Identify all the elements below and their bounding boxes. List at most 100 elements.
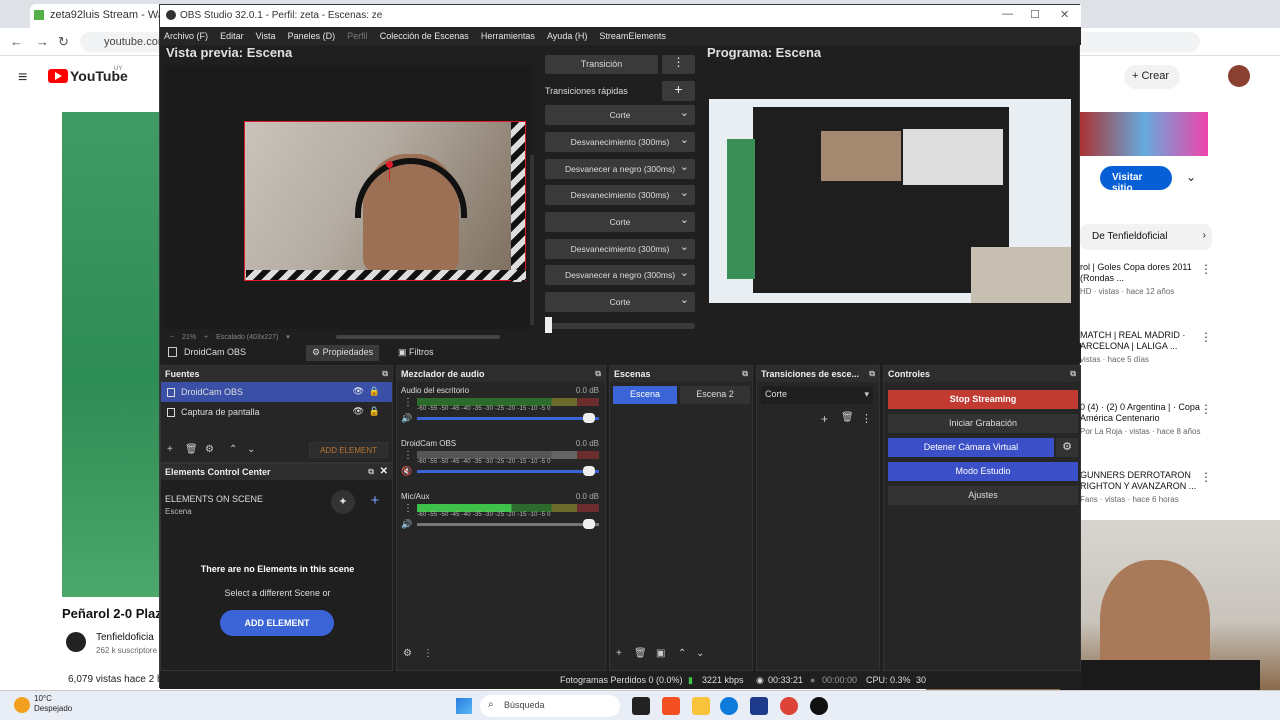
quick-transition-dropdown[interactable]: Desvanecer a negro (300ms) <box>545 265 695 285</box>
reload-icon[interactable]: ↻ <box>58 34 69 50</box>
move-down-icon[interactable]: ⌄ <box>696 648 704 659</box>
create-button[interactable]: + Crear <box>1124 65 1180 89</box>
float-icon[interactable]: ⧉ <box>382 369 388 379</box>
scene-item[interactable]: Escena <box>613 386 677 404</box>
gear-icon[interactable]: ⚙ <box>1056 438 1078 457</box>
move-up-icon[interactable]: ⌃ <box>229 444 237 455</box>
eye-icon[interactable]: 👁 <box>353 386 364 397</box>
transition-select[interactable]: Corte <box>761 386 873 404</box>
visit-site-button[interactable]: Visitar sitio <box>1100 166 1172 194</box>
lock-icon[interactable]: 🔒 <box>369 386 380 397</box>
forward-icon[interactable]: → <box>36 34 49 49</box>
close-icon[interactable]: ✕ <box>1060 8 1069 21</box>
volume-knob[interactable] <box>583 466 595 476</box>
gear-icon[interactable]: ⚙ <box>403 648 412 659</box>
menu-herramientas[interactable]: Herramientas <box>481 31 535 41</box>
stop-streaming-button[interactable]: Stop Streaming <box>888 390 1078 409</box>
sparkle-icon[interactable]: ✦ <box>331 490 355 514</box>
quick-transition-dropdown[interactable]: Corte <box>545 105 695 125</box>
menu-streamelements[interactable]: StreamElements <box>599 31 666 41</box>
zoom-plus-icon[interactable]: + <box>204 334 208 341</box>
weather-icon[interactable] <box>14 697 30 713</box>
quick-transition-dropdown[interactable]: Desvanecimiento (300ms) <box>545 132 695 152</box>
add-icon[interactable]: + <box>167 444 173 455</box>
transition-more-icon[interactable]: ⋮ <box>662 55 695 74</box>
stop-virtual-camera-button[interactable]: Detener Cámara Virtual <box>888 438 1054 457</box>
copilot-icon[interactable] <box>662 697 680 715</box>
studio-mode-button[interactable]: Modo Estudio <box>888 462 1078 481</box>
menu-editar[interactable]: Editar <box>220 31 244 41</box>
add-element-button[interactable]: ADD ELEMENT <box>309 442 388 458</box>
more-icon[interactable]: ⋮ <box>423 648 433 659</box>
menu-ayuda[interactable]: Ayuda (H) <box>547 31 587 41</box>
minimize-icon[interactable]: — <box>1002 8 1013 20</box>
float-icon[interactable]: ⧉ <box>869 369 875 379</box>
channel-menu-icon[interactable]: ⋮ <box>403 450 413 461</box>
chrome-icon[interactable] <box>780 697 798 715</box>
rotation-handle[interactable] <box>386 161 393 168</box>
preview-vscroll[interactable] <box>530 155 534 325</box>
scale-mode[interactable]: Escalado (403x227) <box>216 334 278 341</box>
preview-source-frame[interactable] <box>244 121 526 282</box>
scene-item[interactable]: Escena 2 <box>680 386 750 404</box>
avatar[interactable] <box>1228 65 1250 87</box>
speaker-icon[interactable]: 🔊 <box>401 519 412 530</box>
float-icon[interactable]: ⧉ <box>368 467 374 477</box>
more-icon[interactable]: ⋮ <box>861 412 872 425</box>
more-icon[interactable]: ⋮ <box>1200 262 1212 276</box>
edge-icon[interactable] <box>720 697 738 715</box>
menu-archivo[interactable]: Archivo (F) <box>164 31 208 41</box>
menu-perfil[interactable]: Perfil <box>347 31 368 41</box>
windows-start-icon[interactable] <box>456 698 472 714</box>
chevron-down-icon[interactable]: ▾ <box>286 334 290 341</box>
filters-button[interactable]: ▣ Filtros <box>392 345 440 361</box>
menu-paneles[interactable]: Paneles (D) <box>288 31 336 41</box>
gear-icon[interactable]: ⚙ <box>205 444 214 455</box>
transition-slider-track[interactable] <box>545 323 695 329</box>
quick-transition-dropdown[interactable]: Corte <box>545 212 695 232</box>
move-down-icon[interactable]: ⌄ <box>247 444 255 455</box>
list-item[interactable]: rol | Goles Copa dores 2011 (Rondas ... … <box>1080 262 1210 297</box>
menu-coleccion[interactable]: Colección de Escenas <box>380 31 469 41</box>
preview-hscroll[interactable] <box>336 335 500 339</box>
float-icon[interactable]: ⧉ <box>1070 369 1076 379</box>
start-recording-button[interactable]: Iniciar Grabación <box>888 414 1078 433</box>
channel-chip[interactable]: De Tenfieldoficial › <box>1080 224 1212 250</box>
channel-avatar[interactable] <box>66 632 86 652</box>
volume-knob[interactable] <box>583 413 595 423</box>
transition-button[interactable]: Transición <box>545 55 658 74</box>
filter-icon[interactable]: ▣ <box>656 648 665 659</box>
quick-transition-dropdown[interactable]: Desvanecimiento (300ms) <box>545 185 695 205</box>
channel-menu-icon[interactable]: ⋮ <box>403 503 413 514</box>
menu-vista[interactable]: Vista <box>256 31 276 41</box>
muted-speaker-icon[interactable]: 🔇 <box>401 466 412 477</box>
speaker-icon[interactable]: 🔊 <box>401 413 412 424</box>
move-up-icon[interactable]: ⌃ <box>678 648 686 659</box>
trash-icon[interactable]: 🗑 <box>185 444 198 455</box>
trash-icon[interactable]: 🗑 <box>841 412 854 423</box>
add-icon[interactable]: + <box>821 412 828 426</box>
list-item[interactable]: 0 (4) · (2) 0 Argentina | · Copa América… <box>1080 402 1210 437</box>
chevron-down-icon[interactable]: ⌄ <box>1186 170 1196 184</box>
add-icon[interactable]: + <box>363 490 387 514</box>
eye-icon[interactable]: 👁 <box>353 406 364 417</box>
taskbar-search[interactable]: ⌕ Búsqueda <box>480 695 620 717</box>
obs-taskbar-icon[interactable] <box>810 697 828 715</box>
add-icon[interactable]: + <box>616 648 622 659</box>
float-icon[interactable]: ⧉ <box>742 369 748 379</box>
store-icon[interactable] <box>750 697 768 715</box>
source-item[interactable]: DroidCam OBS 👁 🔒 <box>161 382 392 402</box>
close-icon[interactable]: ✕ <box>380 466 388 477</box>
add-quick-transition-button[interactable]: + <box>662 81 695 101</box>
more-icon[interactable]: ⋮ <box>1200 330 1212 344</box>
preview-canvas[interactable] <box>164 65 534 329</box>
channel-menu-icon[interactable]: ⋮ <box>403 397 413 408</box>
transition-slider-handle[interactable] <box>545 317 552 333</box>
weather-widget[interactable]: 10°C Despejado <box>34 694 72 714</box>
float-icon[interactable]: ⧉ <box>595 369 601 379</box>
quick-transition-dropdown[interactable]: Desvanecimiento (300ms) <box>545 239 695 259</box>
youtube-logo-icon[interactable] <box>48 69 68 83</box>
settings-button[interactable]: Ajustes <box>888 486 1078 505</box>
properties-button[interactable]: ⚙ Propiedades <box>306 345 380 361</box>
quick-transition-dropdown[interactable]: Desvanecer a negro (300ms) <box>545 159 695 179</box>
